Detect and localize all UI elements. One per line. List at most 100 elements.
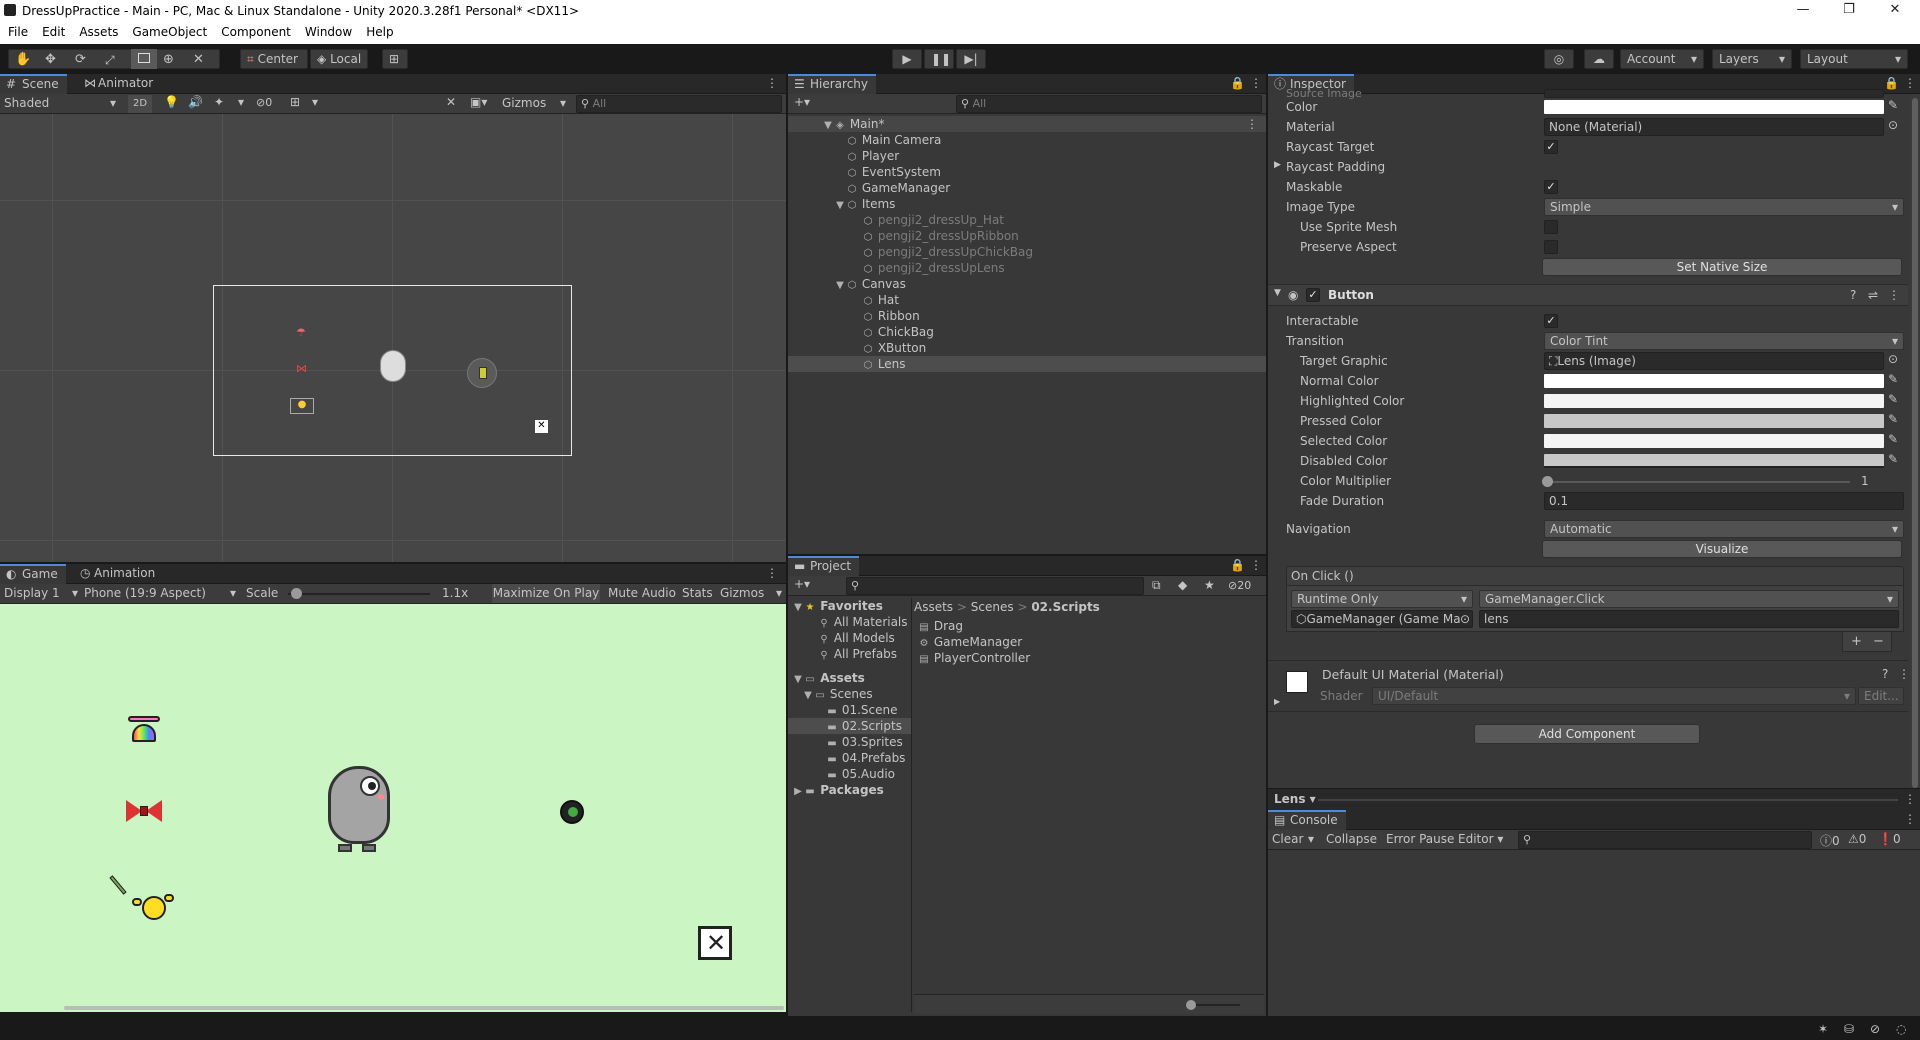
- create-dropdown[interactable]: +▾: [794, 577, 810, 591]
- hierarchy-item[interactable]: ⬡ XButton: [788, 340, 1266, 356]
- project-search-input[interactable]: ⚲: [846, 577, 1144, 595]
- tab-game[interactable]: ◐ Game: [0, 564, 66, 584]
- breadcrumb-item[interactable]: 02.Scripts: [1031, 600, 1100, 614]
- custom-tool-icon[interactable]: ✕: [193, 51, 204, 69]
- scene-canvas[interactable]: ☂ ⋈ ● ✕: [0, 114, 786, 562]
- add-event-button[interactable]: +: [1851, 634, 1862, 649]
- maximize-on-play-toggle[interactable]: Maximize On Play: [492, 584, 600, 603]
- add-component-button[interactable]: Add Component: [1474, 724, 1700, 744]
- clear-button[interactable]: Clear: [1272, 832, 1303, 846]
- menu-component[interactable]: Component: [213, 22, 297, 39]
- file-item[interactable]: ▤ Drag: [918, 618, 1258, 634]
- raycast-padding-label[interactable]: Raycast Padding: [1286, 160, 1385, 174]
- cloud-button[interactable]: ☁: [1584, 49, 1614, 69]
- lighting-icon[interactable]: 💡: [164, 95, 179, 109]
- xbutton-sprite[interactable]: ✕: [535, 420, 548, 433]
- hierarchy-item-selected[interactable]: ⬡ Lens: [788, 356, 1266, 372]
- target-graphic-field[interactable]: ⛶Lens (Image): [1544, 352, 1884, 370]
- scale-slider-track[interactable]: [288, 593, 430, 595]
- xbutton-item[interactable]: ✕: [698, 926, 732, 960]
- hierarchy-item[interactable]: ▼ ⬡ Canvas: [788, 276, 1266, 292]
- lens-sprite[interactable]: [467, 358, 497, 388]
- hat-sprite[interactable]: ☂: [296, 326, 306, 339]
- collab-button[interactable]: ◎: [1544, 49, 1574, 69]
- transform-tool-icon[interactable]: ⊕: [163, 51, 174, 69]
- more-menu-icon[interactable]: ⋮: [1888, 288, 1900, 302]
- menu-edit[interactable]: Edit: [34, 22, 71, 39]
- favorite-item[interactable]: ⚲ All Materials: [788, 614, 911, 630]
- progress-status-icon[interactable]: ◌: [1896, 1022, 1906, 1036]
- game-viewport[interactable]: ✕: [0, 604, 786, 1012]
- grid-icon[interactable]: ⊞: [290, 95, 300, 109]
- eyedropper-icon[interactable]: ✎: [1888, 372, 1898, 386]
- image-type-dropdown[interactable]: Simple ▾: [1544, 198, 1904, 216]
- hierarchy-item[interactable]: ⬡ Hat: [788, 292, 1266, 308]
- error-pause-toggle[interactable]: Error Pause: [1386, 832, 1454, 846]
- hierarchy-item[interactable]: ⬡ pengji2_dressUpRibbon: [788, 228, 1266, 244]
- tab-console[interactable]: ▤ Console: [1268, 810, 1346, 830]
- shading-dropdown[interactable]: Shaded ▾: [4, 95, 118, 113]
- hierarchy-item[interactable]: ⬡ pengji2_dressUpLens: [788, 260, 1266, 276]
- inspector-scrollbar-thumb[interactable]: [1912, 98, 1918, 788]
- hierarchy-item[interactable]: ⬡ pengji2_dressUp_Hat: [788, 212, 1266, 228]
- color-swatch[interactable]: [1544, 100, 1884, 114]
- target-object-field[interactable]: ⬡GameManager (Game Ma ⊙: [1291, 610, 1473, 628]
- chevron-right-icon[interactable]: ▶: [1274, 160, 1281, 170]
- lock-icon[interactable]: 🔒: [1230, 76, 1245, 90]
- tab-scene[interactable]: # Scene: [0, 74, 67, 94]
- tools-icon[interactable]: ✕: [446, 95, 456, 109]
- remove-event-button[interactable]: −: [1873, 634, 1884, 649]
- more-menu-icon[interactable]: ⋮: [1898, 667, 1910, 681]
- hierarchy-search-input[interactable]: ⚲ All: [956, 95, 1262, 113]
- inspector-scrollbar[interactable]: [1910, 94, 1920, 810]
- network-icon[interactable]: ⊘: [1870, 1022, 1880, 1036]
- menu-file[interactable]: File: [0, 22, 34, 39]
- function-dropdown[interactable]: GameManager.Click ▾: [1479, 590, 1899, 608]
- more-menu-icon[interactable]: ⋮: [1904, 792, 1916, 806]
- ribbon-item[interactable]: [124, 798, 164, 824]
- favorite-star-icon[interactable]: ★: [1204, 578, 1215, 592]
- color-multiplier-slider-track[interactable]: [1546, 481, 1850, 483]
- icon-size-slider-thumb[interactable]: [1186, 1000, 1196, 1010]
- more-menu-icon[interactable]: ⋮: [1250, 558, 1262, 572]
- layers-dropdown[interactable]: Layers ▾: [1712, 49, 1792, 69]
- eyedropper-icon[interactable]: ✎: [1888, 412, 1898, 426]
- shader-dropdown[interactable]: UI/Default ▾: [1372, 687, 1856, 705]
- 2d-toggle[interactable]: 2D: [128, 95, 152, 113]
- tab-animation[interactable]: ◷ Animation: [72, 564, 163, 584]
- breadcrumb-item[interactable]: Scenes: [971, 600, 1014, 614]
- close-button[interactable]: ✕: [1872, 0, 1918, 22]
- fade-duration-field[interactable]: 0.1: [1544, 492, 1904, 510]
- console-search-input[interactable]: ⚲: [1518, 831, 1812, 849]
- shader-edit-button[interactable]: Edit...: [1858, 687, 1904, 705]
- auto-generate-lighting-icon[interactable]: ✶: [1818, 1022, 1828, 1036]
- pivot-toggle[interactable]: ⌗ Center: [240, 49, 308, 69]
- grid-snap-button[interactable]: ⊞: [382, 49, 408, 69]
- menu-window[interactable]: Window: [297, 22, 358, 39]
- dropdown-arrow-icon[interactable]: ▾: [238, 95, 244, 109]
- scale-slider-thumb[interactable]: [291, 588, 302, 599]
- more-menu-icon[interactable]: ⋮: [1250, 76, 1262, 90]
- more-menu-icon[interactable]: ⋮: [1246, 116, 1258, 132]
- eyedropper-icon[interactable]: ✎: [1888, 392, 1898, 406]
- folder-item-selected[interactable]: ▬ 02.Scripts: [788, 718, 911, 734]
- icon-size-slider-track[interactable]: [1190, 1004, 1240, 1006]
- scale-tool-icon[interactable]: ⤢: [105, 51, 115, 69]
- warning-filter-toggle[interactable]: ⚠0: [1848, 832, 1866, 846]
- hand-tool-icon[interactable]: ✋: [15, 51, 31, 69]
- more-menu-icon[interactable]: ⋮: [766, 76, 778, 90]
- player-sprite[interactable]: [380, 350, 406, 382]
- filter-label-icon[interactable]: ◆: [1178, 578, 1187, 592]
- argument-field[interactable]: lens: [1479, 610, 1899, 628]
- rotate-tool-icon[interactable]: ⟳: [75, 51, 86, 69]
- object-picker-icon[interactable]: ⊙: [1888, 352, 1898, 366]
- disabled-color-swatch[interactable]: [1544, 454, 1884, 468]
- use-sprite-mesh-checkbox[interactable]: [1544, 220, 1558, 234]
- visualize-button[interactable]: Visualize: [1542, 540, 1902, 558]
- chickbag-item[interactable]: [109, 874, 176, 926]
- favorite-item[interactable]: ⚲ All Models: [788, 630, 911, 646]
- raycast-target-checkbox[interactable]: ✓: [1544, 140, 1558, 154]
- space-toggle[interactable]: ◈ Local: [310, 49, 368, 69]
- more-menu-icon[interactable]: ⋮: [766, 566, 778, 580]
- lock-icon[interactable]: 🔒: [1884, 76, 1899, 90]
